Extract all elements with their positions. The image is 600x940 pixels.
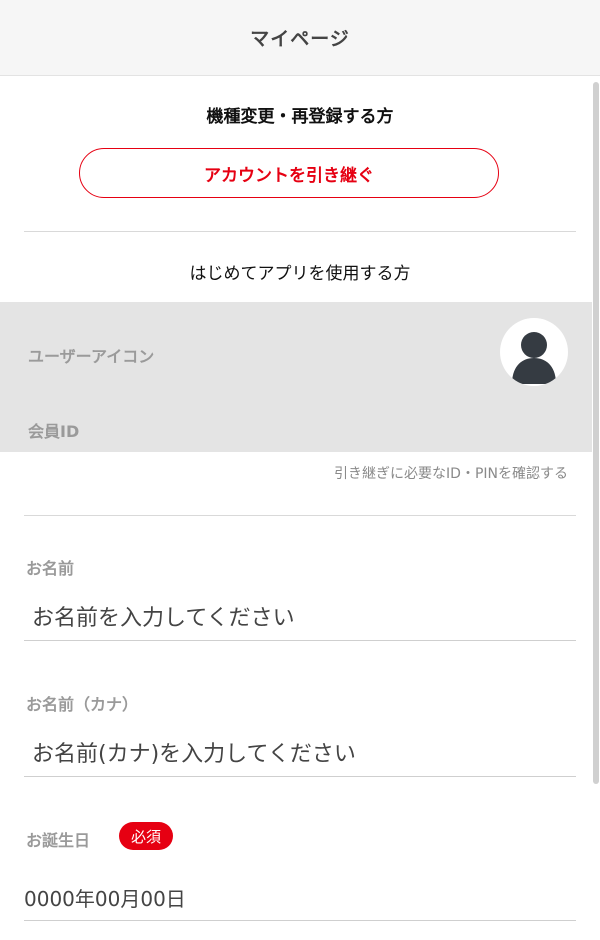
first-time-heading: はじめてアプリを使用する方 [189,264,411,284]
app-header: マイページ [0,0,600,76]
required-badge: 必須 [119,822,174,850]
transfer-heading: 機種変更・再登録する方 [206,107,394,127]
name-label: お名前 [26,559,75,578]
user-avatar[interactable] [500,318,568,386]
profile-panel: ユーザーアイコン 会員ID [0,302,592,452]
user-silhouette-icon [512,332,556,384]
birthday-input[interactable] [24,877,576,921]
section-divider [24,515,576,516]
user-icon-label: ユーザーアイコン [28,347,155,366]
name-kana-input[interactable] [24,733,576,777]
page-title: マイページ [250,28,350,50]
section-divider [24,231,576,232]
name-input[interactable] [24,597,576,641]
scrollbar-thumb[interactable] [593,82,599,784]
member-id-label: 会員ID [28,422,80,441]
name-kana-label: お名前（カナ） [26,695,139,714]
birthday-label: お誕生日 [26,831,91,850]
confirm-id-pin-link[interactable]: 引き継ぎに必要なID・PINを確認する [334,463,568,483]
transfer-account-button[interactable]: アカウントを引き継ぐ [79,148,499,198]
